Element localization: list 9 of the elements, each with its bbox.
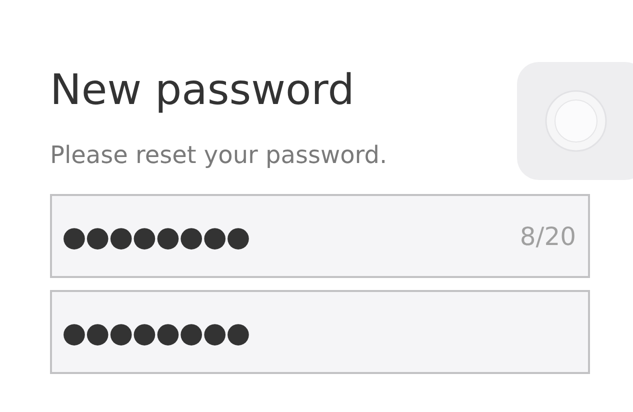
subtitle: Please reset your password. xyxy=(50,140,388,170)
floating-button[interactable] xyxy=(517,62,633,180)
password-field[interactable]: ●●●●●●●● 8/20 xyxy=(50,194,590,278)
password-field[interactable]: ●●●●●●●● xyxy=(50,290,590,374)
password-value: ●●●●●●●● xyxy=(62,316,250,348)
character-counter: 8/20 xyxy=(520,222,576,250)
circle-icon xyxy=(545,90,607,152)
page-title: New password xyxy=(50,64,354,116)
password-value: ●●●●●●●● xyxy=(62,220,250,252)
